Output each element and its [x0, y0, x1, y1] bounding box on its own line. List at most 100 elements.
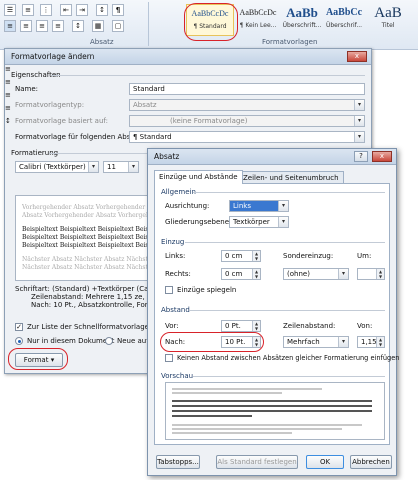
close-button[interactable]: x	[347, 51, 367, 62]
gliederungsebene-select[interactable]: Textkörper ▾	[229, 216, 289, 228]
style-preview: AaB	[374, 5, 402, 21]
zeilenabstand-label: Zeilenabstand:	[283, 322, 336, 330]
format-button[interactable]: Format ▾	[15, 353, 63, 367]
type-label: Formatvorlagentyp:	[15, 101, 85, 109]
group-einzug: Einzug	[161, 238, 185, 246]
kein-abstand-label: Keinen Abstand zwischen Absätzen gleiche…	[177, 354, 400, 362]
style-preview: AaBb	[286, 5, 318, 20]
close-button[interactable]: x	[372, 151, 392, 162]
paragraph-preview-pane	[165, 382, 385, 440]
numbered-list-icon[interactable]: ≡	[22, 4, 34, 16]
based-on-select[interactable]: (keine Formatvorlage) ▾	[129, 115, 365, 127]
gliederungsebene-value: Textkörper	[233, 218, 270, 226]
group-allgemein: Allgemein	[161, 188, 196, 196]
von-field[interactable]: 1,15 ▲ ▼	[357, 336, 385, 348]
style-kein-leerraum[interactable]: AaBbCcDc ¶ Kein Lee...	[236, 4, 280, 36]
font-size-select[interactable]: 11 ▾	[103, 161, 139, 173]
ok-button[interactable]: OK	[306, 455, 344, 469]
font-select[interactable]: Calibri (Textkörper) ▾	[15, 161, 99, 173]
group-label-absatz: Absatz	[90, 38, 114, 46]
um-label: Um:	[357, 252, 372, 260]
style-ueberschrift-1[interactable]: AaBb Überschrift...	[280, 4, 324, 36]
chevron-down-icon: ▾	[354, 100, 364, 110]
increase-indent-icon[interactable]: ⇥	[76, 4, 88, 16]
als-standard-button[interactable]: Als Standard festlegen	[216, 455, 298, 469]
ausrichtung-select[interactable]: Links ▾	[229, 200, 289, 212]
add-to-quickstyles-checkbox[interactable]: ✓	[15, 323, 23, 331]
sondereinzug-select[interactable]: (ohne) ▾	[283, 268, 349, 280]
links-field[interactable]: 0 cm ▲ ▼	[221, 250, 261, 262]
chevron-down-icon: ▾	[338, 269, 348, 279]
next-style-value: ¶ Standard	[133, 133, 172, 141]
kein-abstand-checkbox[interactable]	[165, 354, 173, 362]
gliederungsebene-label: Gliederungsebene:	[165, 218, 232, 226]
next-style-select[interactable]: ¶ Standard ▾	[129, 131, 365, 143]
chevron-down-icon: ▾	[88, 162, 98, 172]
tab-einzuege-abstaende[interactable]: Einzüge und Abstände	[154, 170, 243, 184]
based-on-label: Formatvorlage basiert auf:	[15, 117, 108, 125]
ausrichtung-label: Ausrichtung:	[165, 202, 210, 210]
align-right-icon[interactable]: ≡	[36, 20, 48, 32]
abbrechen-button[interactable]: Abbrechen	[350, 455, 392, 469]
tabstopps-button[interactable]: Tabstopps...	[156, 455, 200, 469]
style-preview: AaBbCcDc	[191, 9, 229, 18]
links-value: 0 cm	[225, 252, 243, 260]
spinner-icon[interactable]: ▲ ▼	[376, 269, 384, 279]
einzuege-spiegeln-label: Einzüge spiegeln	[177, 286, 237, 294]
sort-icon[interactable]: ↕	[96, 4, 108, 16]
next-style-label: Formatvorlage für folgenden Absatz:	[15, 133, 144, 141]
chevron-down-icon: ▾	[128, 162, 138, 172]
line-spacing-icon[interactable]: ↕	[72, 20, 84, 32]
name-field[interactable]: Standard	[129, 83, 365, 95]
spinner-icon[interactable]: ▲ ▼	[376, 337, 384, 347]
von-label: Von:	[357, 322, 373, 330]
style-caption: ¶ Kein Lee...	[239, 22, 277, 29]
chevron-down-icon: ▾	[354, 116, 364, 126]
von-value: 1,15	[361, 338, 377, 346]
ribbon-divider	[148, 2, 149, 46]
vor-label: Vor:	[165, 322, 179, 330]
dialog-titlebar: Formatvorlage ändern x	[5, 49, 371, 65]
bullet-list-icon[interactable]: ☰	[4, 4, 16, 16]
type-select[interactable]: Absatz ▾	[129, 99, 365, 111]
align-left-icon[interactable]: ≡	[4, 20, 16, 32]
multilevel-list-icon[interactable]: ⋮	[40, 4, 52, 16]
pilcrow-icon[interactable]: ¶	[112, 4, 124, 16]
um-field[interactable]: ▲ ▼	[357, 268, 385, 280]
divider	[185, 242, 385, 243]
zeilenabstand-value: Mehrfach	[287, 338, 320, 346]
justify-icon[interactable]: ≡	[52, 20, 64, 32]
decrease-indent-icon[interactable]: ⇤	[60, 4, 72, 16]
style-ueberschrift-2[interactable]: AaBbCc Überschrif...	[322, 4, 366, 36]
vor-field[interactable]: 0 Pt. ▲ ▼	[221, 320, 261, 332]
spinner-icon[interactable]: ▲ ▼	[252, 251, 260, 261]
style-titel[interactable]: AaB Titel	[366, 4, 410, 36]
divider	[193, 192, 385, 193]
spinner-icon[interactable]: ▲ ▼	[252, 269, 260, 279]
align-center-icon[interactable]: ≡	[20, 20, 32, 32]
spinner-icon[interactable]: ▲ ▼	[252, 321, 260, 331]
name-label: Name:	[15, 85, 39, 93]
style-standard[interactable]: AaBbCcDc ¶ Standard	[186, 4, 234, 36]
rechts-field[interactable]: 0 cm ▲ ▼	[221, 268, 261, 280]
style-caption: ¶ Standard	[193, 23, 227, 30]
dialog-title: Absatz	[154, 152, 180, 161]
zeilenabstand-select[interactable]: Mehrfach ▾	[283, 336, 349, 348]
spinner-icon[interactable]: ▲ ▼	[252, 337, 260, 347]
only-this-doc-radio[interactable]	[15, 337, 23, 345]
help-button[interactable]: ?	[354, 151, 368, 162]
borders-icon[interactable]: ▢	[112, 20, 124, 32]
style-caption: Überschrift...	[282, 22, 322, 29]
shading-icon[interactable]: ▦	[92, 20, 104, 32]
sondereinzug-value: (ohne)	[287, 270, 310, 278]
divider	[189, 310, 385, 311]
group-vorschau: Vorschau	[161, 372, 194, 380]
divider	[51, 75, 365, 76]
rechts-label: Rechts:	[165, 270, 191, 278]
nach-field[interactable]: 10 Pt. ▲ ▼	[221, 336, 261, 348]
group-abstand: Abstand	[161, 306, 190, 314]
chevron-down-icon: ▾	[278, 217, 288, 227]
new-docs-radio[interactable]	[105, 337, 113, 345]
chevron-down-icon: ▾	[354, 132, 364, 142]
einzuege-spiegeln-checkbox[interactable]	[165, 286, 173, 294]
